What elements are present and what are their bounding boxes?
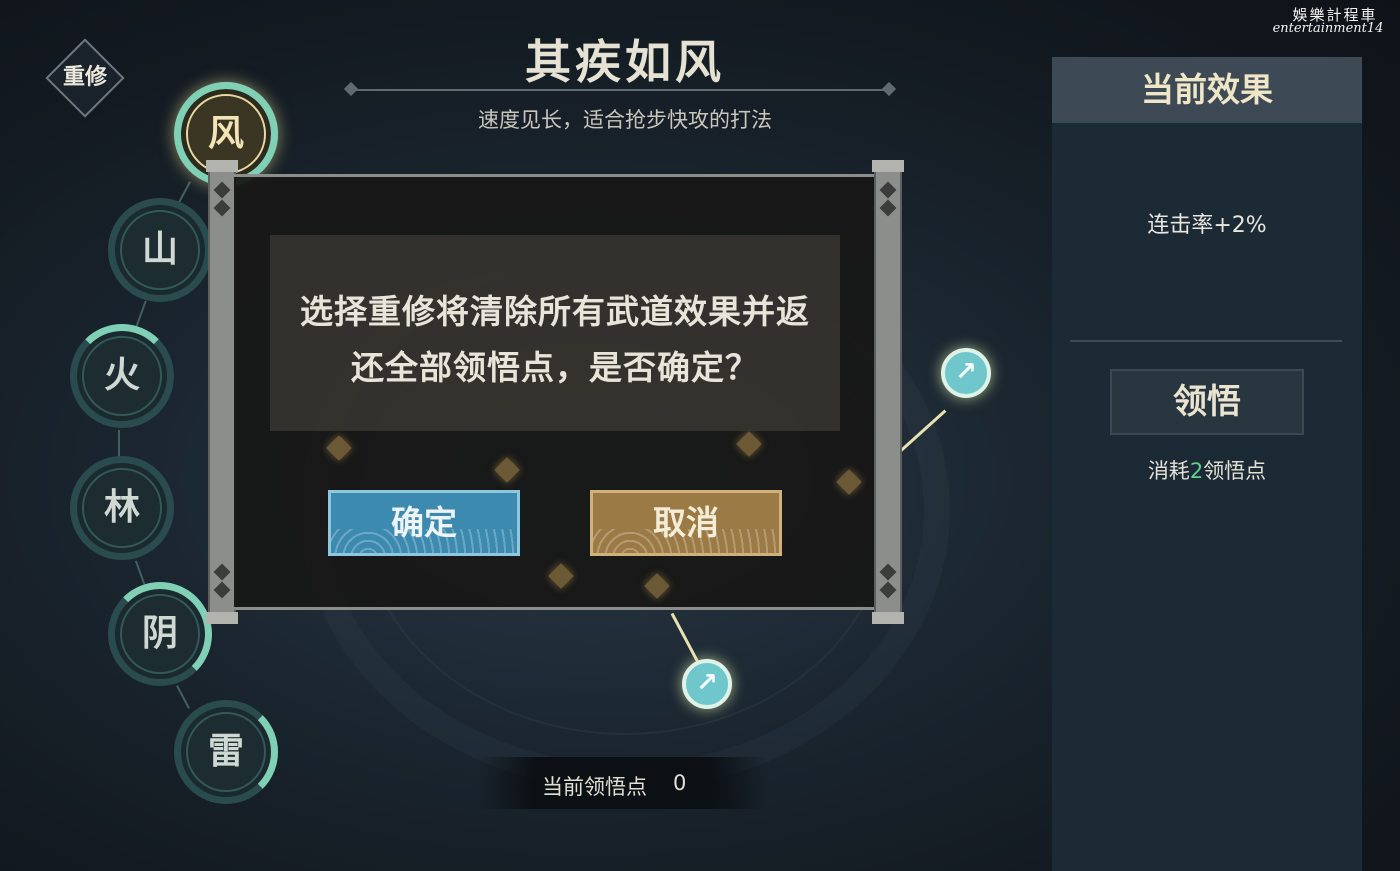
- constellation-star: [836, 469, 862, 495]
- rod-knot: [213, 199, 231, 217]
- constellation-star: [548, 563, 574, 589]
- wave-pattern: [593, 529, 779, 553]
- cost-text: 消耗2领悟点: [1052, 455, 1362, 485]
- node-connector: [135, 300, 147, 328]
- cost-value: 2: [1189, 459, 1204, 483]
- cost-prefix: 消耗: [1147, 459, 1190, 483]
- rod-knot: [213, 563, 231, 581]
- rod-cap: [206, 612, 238, 624]
- element-label: 火: [103, 355, 140, 396]
- sword-arrow-icon[interactable]: ↗: [941, 348, 991, 398]
- rod-knot: [213, 181, 231, 199]
- confirm-button[interactable]: 确定: [328, 490, 520, 556]
- node-connector: [176, 685, 190, 709]
- element-node-thunder[interactable]: 雷: [174, 700, 278, 804]
- constellation-star: [326, 435, 352, 461]
- element-label: 雷: [207, 731, 244, 772]
- rod-cap: [872, 160, 904, 172]
- element-label: 林: [103, 487, 140, 528]
- current-effect: 连击率+2%: [1147, 213, 1267, 238]
- rod-cap: [206, 160, 238, 172]
- effect-panel: 当前效果 连击率+2% 领悟 消耗2领悟点: [1052, 57, 1362, 871]
- rod-knot: [213, 581, 231, 599]
- page-subtitle: 速度见长，适合抢步快攻的打法: [478, 108, 772, 132]
- constellation-star: [736, 431, 762, 457]
- points-label: 当前领悟点: [542, 775, 647, 799]
- cost-suffix: 领悟点: [1203, 459, 1267, 483]
- cancel-button[interactable]: 取消: [590, 490, 782, 556]
- points-value: 0: [673, 771, 687, 795]
- element-node-yin[interactable]: 阴: [108, 582, 212, 686]
- wave-pattern: [331, 529, 517, 553]
- page-title: 其疾如风: [525, 35, 725, 89]
- element-label: 山: [141, 229, 178, 270]
- dialog-message-box: 选择重修将清除所有武道效果并返 还全部领悟点，是否确定？: [270, 235, 840, 431]
- scroll-rod-left: [206, 160, 238, 624]
- watermark-latin: entertainment14: [1272, 21, 1384, 36]
- element-node-fire[interactable]: 火: [70, 324, 174, 428]
- rod-cap: [872, 612, 904, 624]
- rod-knot: [879, 581, 897, 599]
- comprehend-button[interactable]: 领悟: [1110, 369, 1304, 435]
- points-bar: 当前领悟点 0: [478, 757, 768, 809]
- constellation-star: [494, 457, 520, 483]
- dialog-message-line2: 还全部领悟点，是否确定？: [351, 348, 759, 387]
- reset-button[interactable]: 重修: [45, 38, 125, 118]
- rod-knot: [879, 181, 897, 199]
- panel-divider: [1070, 340, 1342, 342]
- panel-title: 当前效果: [1052, 57, 1362, 123]
- dialog-message-line1: 选择重修将清除所有武道效果并返: [300, 292, 810, 331]
- rod-knot: [879, 199, 897, 217]
- sword-arrow-icon[interactable]: ↗: [682, 659, 732, 709]
- constellation-star: [644, 573, 670, 599]
- element-label: 阴: [141, 613, 178, 654]
- title-divider: [350, 89, 890, 91]
- element-node-mountain[interactable]: 山: [108, 198, 212, 302]
- rod-knot: [879, 563, 897, 581]
- element-node-forest[interactable]: 林: [70, 456, 174, 560]
- reset-label: 重修: [62, 65, 107, 90]
- scroll-rod-right: [872, 160, 904, 624]
- reset-confirm-dialog: 选择重修将清除所有武道效果并返 还全部领悟点，是否确定？ 确定 取消: [234, 174, 876, 610]
